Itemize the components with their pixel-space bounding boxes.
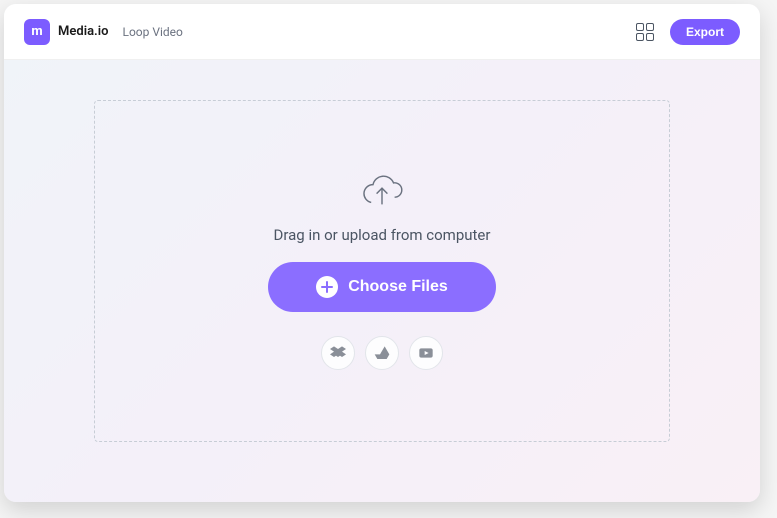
choose-files-button[interactable]: Choose Files: [268, 262, 496, 312]
brand-name: Media.io: [58, 24, 108, 39]
drop-instruction: Drag in or upload from computer: [274, 226, 491, 244]
upload-dropzone[interactable]: Drag in or upload from computer Choose F…: [94, 100, 670, 442]
app-window: m Media.io Loop Video Export Drag in or …: [4, 4, 760, 502]
tool-name: Loop Video: [122, 25, 182, 39]
google-drive-icon: [374, 345, 390, 361]
dropbox-icon: [330, 345, 346, 361]
plus-icon: [316, 276, 338, 298]
logo-text: m: [31, 24, 42, 39]
youtube-icon: [418, 345, 434, 361]
dropbox-source-button[interactable]: [321, 336, 355, 370]
main-area: Drag in or upload from computer Choose F…: [4, 60, 760, 502]
brand-logo[interactable]: m: [24, 19, 50, 45]
source-row: [321, 336, 443, 370]
google-drive-source-button[interactable]: [365, 336, 399, 370]
apps-grid-icon[interactable]: [636, 23, 654, 41]
youtube-source-button[interactable]: [409, 336, 443, 370]
export-button[interactable]: Export: [670, 19, 740, 45]
header: m Media.io Loop Video Export: [4, 4, 760, 60]
choose-label: Choose Files: [348, 278, 448, 296]
cloud-upload-icon: [360, 172, 404, 208]
export-label: Export: [686, 25, 724, 39]
